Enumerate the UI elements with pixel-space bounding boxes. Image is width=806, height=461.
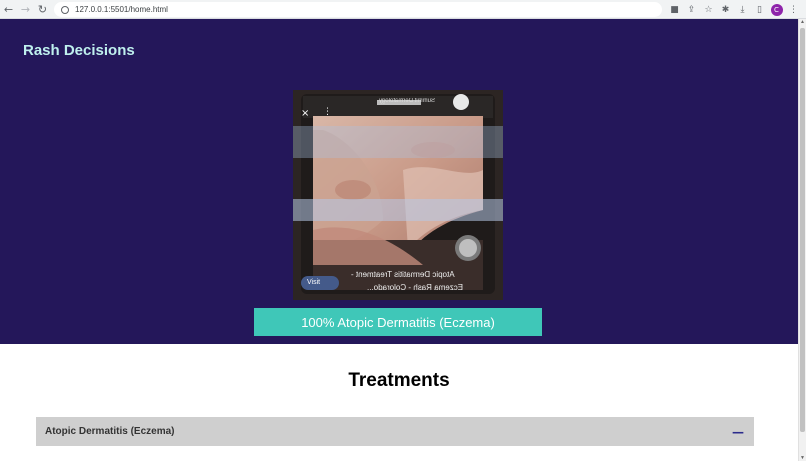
- scrollbar-thumb[interactable]: [800, 28, 805, 432]
- download-icon[interactable]: ⤓: [734, 0, 751, 19]
- address-bar[interactable]: 127.0.0.1:5501/home.html: [54, 2, 662, 17]
- rash-photo: × ⋮ Visit Summit Dermatology Atopic Derm…: [293, 90, 503, 300]
- bookmark-star-icon[interactable]: ☆: [700, 0, 717, 19]
- avatar: C: [770, 3, 783, 16]
- treatments-heading: Treatments: [348, 370, 450, 391]
- site-info-icon[interactable]: [61, 5, 69, 14]
- image-visit-button[interactable]: Visit: [307, 279, 320, 286]
- accordion-label: Atopic Dermatitis (Eczema): [45, 426, 175, 437]
- brand-title[interactable]: Rash Decisions: [23, 42, 135, 59]
- camera-icon[interactable]: ■: [666, 0, 683, 19]
- collapse-minus-icon[interactable]: —: [732, 425, 744, 439]
- diagnosis-result-bar: 100% Atopic Dermatitis (Eczema): [254, 308, 542, 336]
- treatment-accordion-item[interactable]: Atopic Dermatitis (Eczema) —: [36, 417, 754, 446]
- extensions-icon[interactable]: ✱: [717, 0, 734, 19]
- back-arrow-icon[interactable]: ←: [0, 0, 17, 19]
- page-scrollbar[interactable]: ▲ ▼: [798, 19, 806, 461]
- url-text: 127.0.0.1:5501/home.html: [75, 5, 168, 14]
- menu-kebab-icon[interactable]: ⋮: [785, 0, 802, 19]
- share-icon[interactable]: ⇪: [683, 0, 700, 19]
- forward-arrow-icon[interactable]: →: [17, 0, 34, 19]
- image-caption-line1: Atopic Dermatitis Treatment -: [351, 270, 455, 279]
- hero-section: Rash Decisions × ⋮ Visit Summit Dermatol…: [0, 19, 798, 344]
- svg-text:×: ×: [301, 108, 309, 119]
- rash-photo-image: × ⋮: [293, 90, 503, 300]
- image-source-label: Summit Dermatology: [379, 98, 436, 104]
- profile-button[interactable]: C: [768, 0, 785, 19]
- browser-tools: ■ ⇪ ☆ ✱ ⤓ ▯ C ⋮: [666, 0, 802, 19]
- scroll-down-arrow-icon[interactable]: ▼: [800, 455, 805, 461]
- sidebar-icon[interactable]: ▯: [751, 0, 768, 19]
- scroll-up-arrow-icon[interactable]: ▲: [800, 19, 805, 25]
- page-content: Rash Decisions × ⋮ Visit Summit Dermatol…: [0, 19, 798, 461]
- diagnosis-result-text: 100% Atopic Dermatitis (Eczema): [301, 314, 495, 330]
- svg-text:⋮: ⋮: [323, 107, 332, 117]
- image-caption-line2: Eczema Rash - Colorado...: [367, 283, 464, 292]
- reload-icon[interactable]: ↻: [34, 0, 51, 19]
- browser-toolbar: ← → ↻ 127.0.0.1:5501/home.html ■ ⇪ ☆ ✱ ⤓…: [0, 0, 806, 19]
